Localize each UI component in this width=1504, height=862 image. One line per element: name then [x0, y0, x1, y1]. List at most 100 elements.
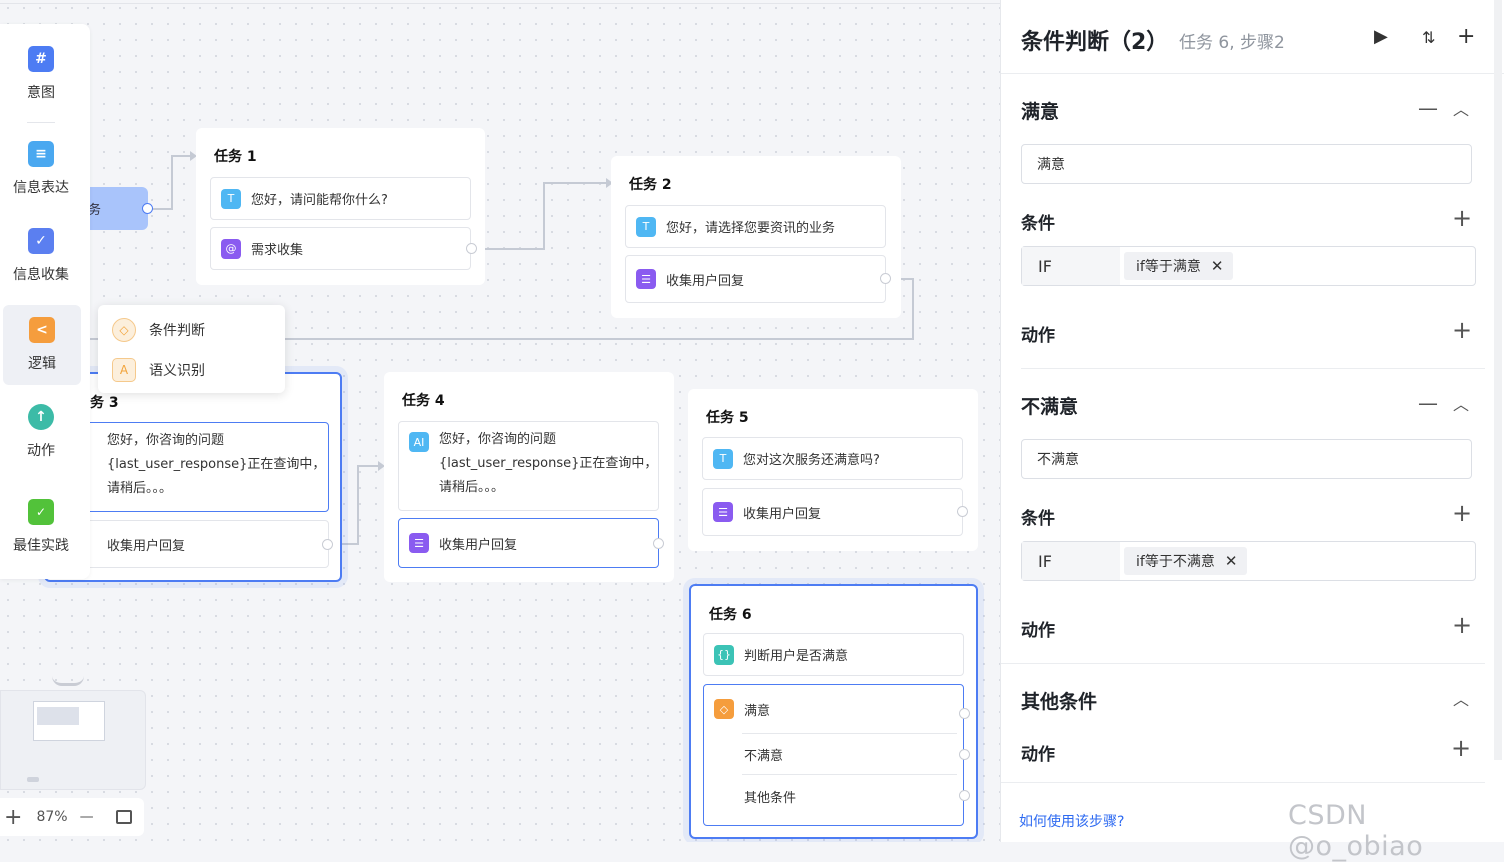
condition-row[interactable]: IF if等于不满意 ✕	[1021, 541, 1476, 581]
node-title: 任务 1	[214, 149, 257, 165]
branch-port-other[interactable]	[959, 790, 970, 801]
minimap-collapse-handle[interactable]	[52, 676, 84, 686]
text-icon: T	[221, 188, 241, 209]
watermark: CSDN @o_obiao	[1288, 800, 1424, 862]
text-icon: T	[636, 216, 656, 237]
menu-item-semantic[interactable]: A 语义识别	[112, 355, 205, 385]
output-port[interactable]	[880, 273, 891, 284]
chevron-up-icon[interactable]: ︿	[1453, 690, 1469, 710]
wire-start-to-task1	[148, 155, 190, 210]
node-title: 任务 6	[709, 607, 752, 623]
branch-port-satisfied[interactable]	[959, 708, 970, 719]
branch-port-unsatisfied[interactable]	[959, 749, 970, 760]
minimap-scroll	[27, 777, 39, 782]
chevron-up-icon[interactable]: ︿	[1453, 395, 1469, 415]
condition-row[interactable]: IF if等于满意 ✕	[1021, 246, 1476, 286]
zoom-in-button[interactable]: +	[4, 805, 22, 830]
add-action-icon[interactable]: +	[1452, 318, 1472, 342]
wire-task1-to-task2	[472, 182, 606, 250]
reply-icon: ☰	[636, 269, 656, 289]
node-title: 任务 5	[706, 410, 749, 426]
menu-item-condition[interactable]: ◇ 条件判断	[112, 315, 205, 345]
add-icon[interactable]: +	[1457, 24, 1475, 49]
condition-step[interactable]: {} 判断用户是否满意	[703, 633, 964, 676]
branch-satisfied[interactable]: ◇ 满意	[704, 685, 963, 733]
section-title: 不满意	[1021, 396, 1079, 418]
sidebar-item-label: 动作	[27, 443, 55, 459]
action-title: 动作	[1021, 326, 1055, 346]
sort-icon[interactable]: ⇅	[1422, 28, 1435, 47]
minimap-blocks	[37, 707, 79, 725]
task-node-4[interactable]: 任务 4 AI 您好，你咨询的问题{last_user_response}正在查…	[384, 372, 674, 582]
sidebar-item-label: 逻辑	[28, 356, 56, 372]
output-port[interactable]	[957, 506, 968, 517]
sidebar-item-best-practice[interactable]: ✓ 最佳实践	[0, 487, 82, 567]
collapse-minus-icon[interactable]: —	[1418, 393, 1438, 413]
ai-message-step[interactable]: 您好，你咨询的问题{last_user_response}正在查询中，请稍后。。…	[76, 422, 329, 512]
start-node[interactable]: 务	[88, 187, 153, 230]
branch-name-input[interactable]: 不满意	[1021, 439, 1472, 479]
section-title: 其他条件	[1021, 691, 1098, 713]
collect-step[interactable]: ☰ 收集用户回复	[702, 488, 963, 536]
help-link[interactable]: 如何使用该步骤?	[1019, 811, 1124, 831]
add-action-icon[interactable]: +	[1451, 736, 1471, 760]
output-port[interactable]	[322, 539, 333, 550]
collect-step[interactable]: @ 需求收集	[210, 227, 471, 270]
collect-step[interactable]: 收集用户回复	[76, 520, 329, 568]
condition-tag[interactable]: if等于不满意 ✕	[1124, 547, 1248, 575]
sidebar-item-collect[interactable]: ✓ 信息收集	[0, 216, 82, 296]
branch-name-input[interactable]: 满意	[1021, 144, 1472, 184]
output-port[interactable]	[466, 243, 477, 254]
branch-other[interactable]: 其他条件	[704, 775, 963, 817]
sidebar-item-label: 信息表达	[13, 180, 69, 196]
ai-message-step[interactable]: AI 您好，你咨询的问题{last_user_response}正在查询中，请稍…	[398, 421, 659, 511]
sidebar-item-action[interactable]: ↑ 动作	[0, 392, 82, 472]
fit-view-icon[interactable]	[115, 810, 132, 824]
condition-icon: ◇	[714, 699, 734, 719]
section-divider	[1001, 663, 1485, 664]
message-step[interactable]: T 您好，请选择您要资讯的业务	[625, 205, 886, 248]
chevron-up-icon[interactable]: ︿	[1453, 100, 1469, 120]
step-config-panel: 条件判断（2） 任务 6, 步骤2 ▶ ⇅ + 满意 — ︿ 满意 条件 + I…	[1000, 0, 1504, 842]
task-node-2[interactable]: 任务 2 T 您好，请选择您要资讯的业务 ☰ 收集用户回复	[611, 156, 901, 318]
flow-canvas[interactable]: 务 任务 1 T 您好，请问能帮你什么? @ 需求收集 任务 2 T 您好，请选…	[0, 0, 1000, 842]
collapse-minus-icon[interactable]: —	[1418, 98, 1438, 118]
sidebar-item-logic[interactable]: < 逻辑	[3, 305, 81, 385]
task-node-5[interactable]: 任务 5 T 您对这次服务还满意吗? ☰ 收集用户回复	[688, 389, 978, 551]
step-text: 收集用户回复	[743, 506, 822, 522]
condition-tag[interactable]: if等于满意 ✕	[1124, 252, 1234, 280]
branch-unsatisfied[interactable]: 不满意	[704, 734, 963, 774]
play-icon[interactable]: ▶	[1374, 26, 1388, 47]
if-label: IF	[1022, 542, 1120, 580]
output-port[interactable]	[653, 538, 664, 549]
message-step[interactable]: T 您对这次服务还满意吗?	[702, 437, 963, 480]
component-sidebar: # 意图 ≡ 信息表达 ✓ 信息收集 < 逻辑 ↑ 动作 ✓ 最佳实践	[0, 24, 90, 579]
condition-icon: ◇	[112, 318, 136, 342]
panel-scrollbar[interactable]	[1494, 0, 1502, 760]
close-icon[interactable]: ✕	[1225, 552, 1238, 570]
zoom-controls: + 87% —	[0, 798, 144, 836]
zoom-out-button[interactable]: —	[80, 809, 94, 825]
if-label: IF	[1022, 247, 1120, 285]
branch-list[interactable]: ◇ 满意 不满意 其他条件	[703, 684, 964, 826]
task-node-1[interactable]: 任务 1 T 您好，请问能帮你什么? @ 需求收集	[196, 128, 485, 285]
action-title: 动作	[1021, 621, 1055, 641]
message-step[interactable]: T 您好，请问能帮你什么?	[210, 177, 471, 220]
add-action-icon[interactable]: +	[1452, 613, 1472, 637]
start-node-port[interactable]	[142, 203, 153, 214]
step-text: 收集用户回复	[666, 273, 745, 289]
add-condition-icon[interactable]: +	[1452, 206, 1472, 230]
thumbs-up-icon: ✓	[28, 499, 54, 525]
close-icon[interactable]: ✕	[1211, 257, 1224, 275]
collect-step[interactable]: ☰ 收集用户回复	[625, 255, 886, 303]
task-node-6[interactable]: 任务 6 {} 判断用户是否满意 ◇ 满意 不满意 其他条件	[689, 584, 978, 839]
sidebar-item-intent[interactable]: # 意图	[0, 34, 82, 114]
collect-step[interactable]: ☰ 收集用户回复	[398, 518, 659, 568]
add-condition-icon[interactable]: +	[1452, 501, 1472, 525]
section-title: 满意	[1021, 101, 1060, 123]
sidebar-item-message[interactable]: ≡ 信息表达	[0, 129, 82, 209]
minimap[interactable]	[0, 690, 146, 790]
condition-tag-text: if等于满意	[1136, 259, 1201, 275]
hash-icon: #	[28, 46, 54, 72]
text-icon: T	[713, 448, 733, 469]
